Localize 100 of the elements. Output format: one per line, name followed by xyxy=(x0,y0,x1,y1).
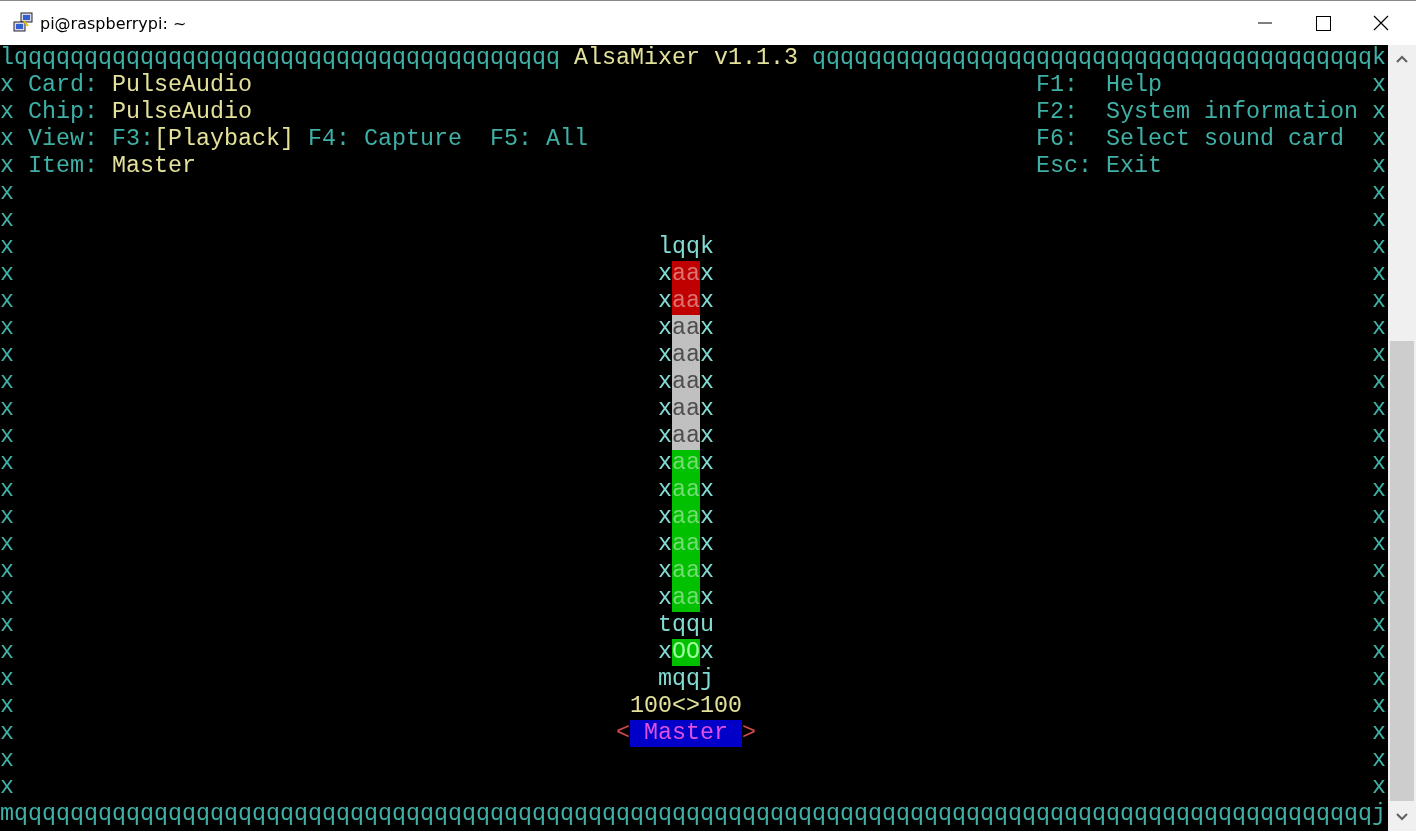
selection-arrow: < xyxy=(616,720,630,747)
border-glyph: x xyxy=(1372,639,1386,666)
view-option[interactable]: Capture xyxy=(364,126,462,153)
border-glyph: x xyxy=(0,747,14,774)
key-action: Exit xyxy=(1106,153,1162,180)
field-value: Master xyxy=(112,153,196,180)
meter-segment: aa xyxy=(672,531,700,558)
meter-border: tqqu xyxy=(658,612,714,639)
meter-border: x xyxy=(700,585,714,612)
meter-segment: aa xyxy=(672,369,700,396)
border-glyph: x xyxy=(0,126,14,153)
meter-border: x xyxy=(700,639,714,666)
border-glyph: x xyxy=(0,99,14,126)
border-glyphs: mqqqqqqqqqqqqqqqqqqqqqqqqqqqqqqqqqqqqqqqqqqqqqqqqqqqqqqqqqqqqqqqqqqqqqqqqqqqqqqqqqqqqqqqqqqqqqqqqqj xyxy=(0,801,1386,828)
border-glyph: x xyxy=(0,396,14,423)
meter-border: lqqk xyxy=(658,234,714,261)
field-label: Card: xyxy=(28,72,98,99)
border-glyph: x xyxy=(1372,720,1386,747)
border-glyph: x xyxy=(0,504,14,531)
border-glyph: x xyxy=(1372,558,1386,585)
border-glyph: x xyxy=(1372,531,1386,558)
field-value: PulseAudio xyxy=(112,99,252,126)
scrollbar-thumb[interactable] xyxy=(1390,341,1414,801)
scroll-up-icon[interactable] xyxy=(1396,55,1408,63)
field-value: PulseAudio xyxy=(112,72,252,99)
border-glyph: x xyxy=(0,369,14,396)
meter-border: x xyxy=(700,558,714,585)
border-glyph: x xyxy=(0,639,14,666)
meter-border: x xyxy=(658,261,672,288)
meter-segment: aa xyxy=(672,396,700,423)
view-key: F5: xyxy=(490,126,532,153)
border-glyph: x xyxy=(1372,450,1386,477)
view-key: F3: xyxy=(112,126,154,153)
close-icon xyxy=(1373,15,1389,31)
meter-border: x xyxy=(700,396,714,423)
border-glyph: x xyxy=(1372,477,1386,504)
volume-readout: 100<>100 xyxy=(630,693,742,720)
meter-border: x xyxy=(658,342,672,369)
meter-border: x xyxy=(700,261,714,288)
meter-segment: aa xyxy=(672,315,700,342)
view-option[interactable]: All xyxy=(546,126,588,153)
meter-segment: aa xyxy=(672,261,700,288)
view-option[interactable]: [Playback] xyxy=(154,126,294,153)
border-glyph: x xyxy=(1372,585,1386,612)
key-hint: F1: xyxy=(1036,72,1078,99)
border-glyph: x xyxy=(0,423,14,450)
border-glyph: x xyxy=(0,477,14,504)
border-glyph: x xyxy=(1372,315,1386,342)
border-glyph: x xyxy=(1372,126,1386,153)
border-glyph: x xyxy=(0,774,14,801)
key-action: Help xyxy=(1106,72,1162,99)
field-label: Item: xyxy=(28,153,98,180)
mixer-title: AlsaMixer v1.1.3 xyxy=(574,45,798,72)
meter-border: x xyxy=(658,477,672,504)
meter-border: x xyxy=(700,315,714,342)
meter-border: x xyxy=(700,288,714,315)
border-glyph: x xyxy=(1372,207,1386,234)
key-action: Select sound card xyxy=(1106,126,1344,153)
border-glyph: x xyxy=(1372,72,1386,99)
meter-border: x xyxy=(658,639,672,666)
meter-border: x xyxy=(700,342,714,369)
border-glyph: x xyxy=(0,342,14,369)
meter-border: x xyxy=(700,531,714,558)
border-glyph: x xyxy=(0,180,14,207)
selection-arrow: > xyxy=(742,720,756,747)
border-glyph: x xyxy=(0,315,14,342)
border-glyph: x xyxy=(1372,612,1386,639)
meter-segment: aa xyxy=(672,288,700,315)
meter-border: x xyxy=(700,369,714,396)
border-glyph: x xyxy=(0,450,14,477)
border-glyph: x xyxy=(1372,666,1386,693)
border-glyph: x xyxy=(0,666,14,693)
meter-border: x xyxy=(658,315,672,342)
border-glyph: x xyxy=(0,693,14,720)
meter-border: x xyxy=(658,585,672,612)
border-glyph: x xyxy=(1372,747,1386,774)
meter-segment: aa xyxy=(672,558,700,585)
meter-border: x xyxy=(658,423,672,450)
field-label: View: xyxy=(28,126,98,153)
meter-border: x xyxy=(700,423,714,450)
field-label: Chip: xyxy=(28,99,98,126)
meter-border: x xyxy=(658,450,672,477)
key-action: System information xyxy=(1106,99,1358,126)
border-glyph: x xyxy=(0,531,14,558)
view-key: F4: xyxy=(308,126,350,153)
border-glyph: x xyxy=(0,234,14,261)
border-glyph: x xyxy=(0,288,14,315)
border-glyph: x xyxy=(1372,342,1386,369)
border-glyph: x xyxy=(0,612,14,639)
meter-segment: aa xyxy=(672,450,700,477)
border-glyph: x xyxy=(1372,369,1386,396)
border-glyph: x xyxy=(0,558,14,585)
border-glyph: x xyxy=(1372,423,1386,450)
meter-border: x xyxy=(658,288,672,315)
meter-border: x xyxy=(700,504,714,531)
border-glyph: x xyxy=(1372,396,1386,423)
window-title: pi@raspberrypi: ~ xyxy=(40,13,188,33)
border-glyph: x xyxy=(0,72,14,99)
scroll-down-icon[interactable] xyxy=(1396,813,1408,821)
border-glyph: x xyxy=(0,207,14,234)
